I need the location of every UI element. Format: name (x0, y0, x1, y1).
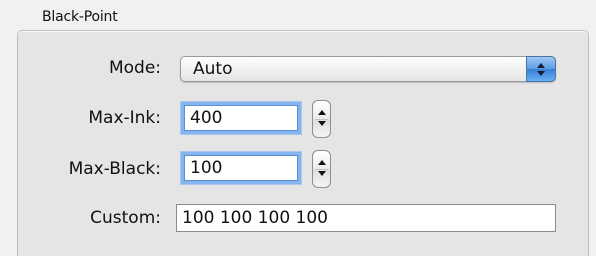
stepper-divider (315, 119, 328, 120)
max-black-stepper[interactable] (312, 150, 331, 188)
max-ink-label: Max-Ink: (88, 108, 161, 128)
group-title: Black-Point (42, 9, 118, 25)
stepper-down-icon[interactable] (317, 171, 326, 176)
stepper-up-icon[interactable] (317, 160, 326, 165)
up-down-chevron-icon (526, 56, 556, 82)
stepper-divider (315, 169, 328, 170)
max-black-label: Max-Black: (68, 159, 161, 179)
arrow-up-icon (537, 63, 545, 68)
max-ink-stepper[interactable] (312, 100, 331, 138)
black-point-panel: Black-Point Mode: Auto Max-Ink: Max-Blac… (0, 0, 596, 256)
custom-field[interactable] (176, 204, 556, 232)
stepper-up-icon[interactable] (317, 110, 326, 115)
mode-popup-button[interactable]: Auto (180, 56, 556, 82)
custom-label: Custom: (90, 208, 161, 228)
max-ink-field[interactable] (184, 105, 298, 131)
mode-label: Mode: (108, 58, 161, 78)
mode-selected-value: Auto (193, 59, 233, 79)
max-black-field[interactable] (184, 155, 298, 181)
stepper-down-icon[interactable] (317, 121, 326, 126)
arrow-down-icon (537, 71, 545, 76)
